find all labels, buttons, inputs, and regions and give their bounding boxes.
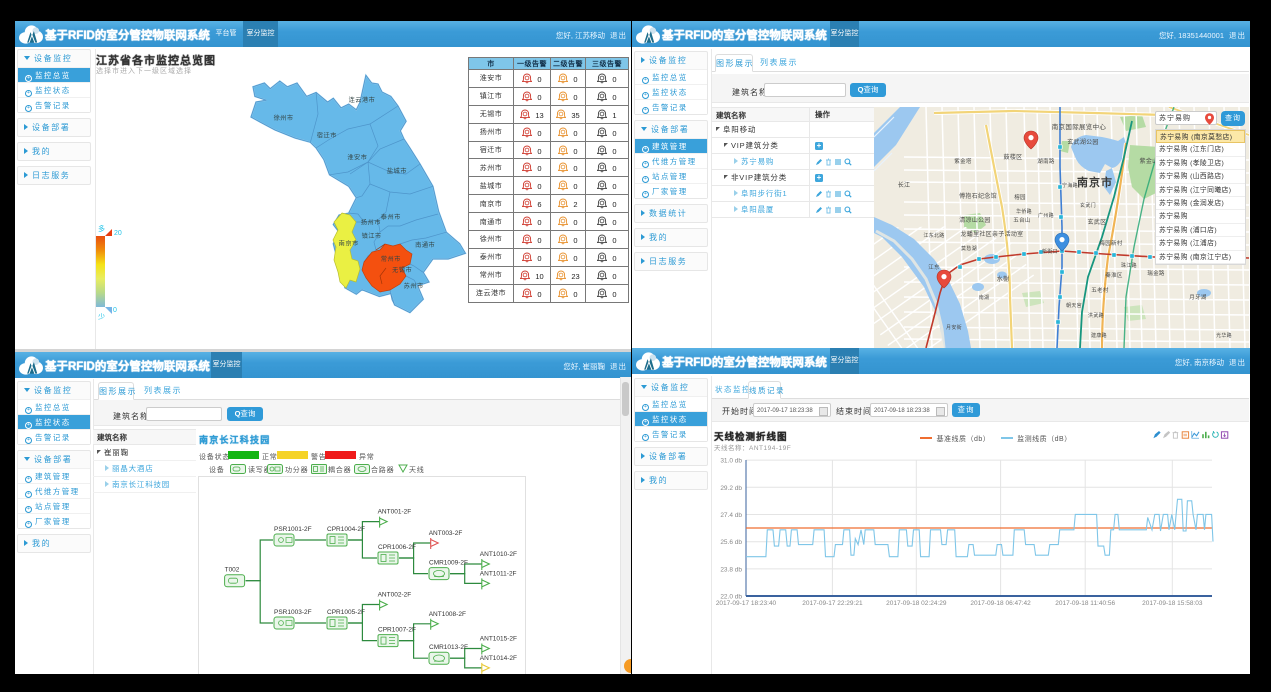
svg-text:新街口: 新街口 bbox=[1042, 248, 1058, 255]
svg-text:T002: T002 bbox=[225, 567, 240, 574]
svg-text:无锡市: 无锡市 bbox=[392, 266, 412, 274]
svg-text:瑞金路: 瑞金路 bbox=[1147, 269, 1165, 277]
svg-text:2017-09-17 18:23:40: 2017-09-17 18:23:40 bbox=[716, 600, 777, 607]
svg-text:南湖: 南湖 bbox=[979, 294, 990, 301]
svg-text:扬州市: 扬州市 bbox=[361, 219, 381, 227]
svg-text:南京国际展览中心: 南京国际展览中心 bbox=[1052, 122, 1107, 131]
svg-text:ANT003-2F: ANT003-2F bbox=[429, 530, 463, 537]
svg-text:ANT001-2F: ANT001-2F bbox=[378, 509, 412, 516]
svg-text:常州市: 常州市 bbox=[381, 255, 401, 263]
svg-text:月牙湖: 月牙湖 bbox=[1189, 293, 1207, 301]
svg-text:广州路: 广州路 bbox=[1038, 212, 1054, 219]
svg-text:29.2 db: 29.2 db bbox=[720, 485, 742, 492]
svg-text:25.6 db: 25.6 db bbox=[720, 539, 742, 546]
svg-text:梅园新村: 梅园新村 bbox=[1099, 239, 1122, 247]
svg-text:珠江路: 珠江路 bbox=[1121, 262, 1137, 269]
svg-text:江东北路: 江东北路 bbox=[923, 232, 944, 239]
svg-text:光华路: 光华路 bbox=[1216, 332, 1232, 339]
svg-text:CPR1006-2F: CPR1006-2F bbox=[378, 544, 416, 551]
svg-text:CPR1004-2F: CPR1004-2F bbox=[327, 526, 365, 533]
svg-text:南通市: 南通市 bbox=[415, 241, 435, 249]
svg-text:泰州市: 泰州市 bbox=[381, 213, 401, 221]
svg-text:长江: 长江 bbox=[898, 181, 911, 189]
svg-text:苏州市: 苏州市 bbox=[404, 282, 424, 290]
svg-text:华侨路: 华侨路 bbox=[1016, 208, 1032, 215]
svg-text:淮安市: 淮安市 bbox=[347, 154, 367, 162]
svg-text:ANT002-2F: ANT002-2F bbox=[378, 592, 412, 599]
svg-text:31.0 db: 31.0 db bbox=[720, 458, 742, 465]
svg-text:秦淮区: 秦淮区 bbox=[1105, 271, 1123, 279]
svg-text:23.8 db: 23.8 db bbox=[720, 566, 742, 573]
svg-text:2017-09-18 06:47:42: 2017-09-18 06:47:42 bbox=[970, 600, 1031, 607]
svg-text:鼓楼区: 鼓楼区 bbox=[1004, 153, 1023, 161]
svg-text:PSR1003-2F: PSR1003-2F bbox=[274, 609, 312, 616]
svg-text:2017-09-18 11:40:56: 2017-09-18 11:40:56 bbox=[1055, 600, 1115, 607]
svg-text:ANT1014-2F: ANT1014-2F bbox=[480, 655, 517, 662]
svg-text:紫金塔: 紫金塔 bbox=[954, 157, 972, 165]
svg-text:2017-09-18 15:58:03: 2017-09-18 15:58:03 bbox=[1142, 600, 1203, 607]
svg-text:宁海路: 宁海路 bbox=[1062, 182, 1078, 189]
svg-text:CPR1007-2F: CPR1007-2F bbox=[378, 627, 416, 634]
svg-text:ANT1015-2F: ANT1015-2F bbox=[480, 636, 517, 643]
svg-text:傅抱石纪念馆: 傅抱石纪念馆 bbox=[959, 192, 997, 200]
svg-text:龙蟠里社区亲子活动室: 龙蟠里社区亲子活动室 bbox=[960, 230, 1023, 238]
svg-text:五老村: 五老村 bbox=[1091, 286, 1109, 294]
svg-text:玄武区: 玄武区 bbox=[1088, 218, 1107, 226]
svg-text:五台山: 五台山 bbox=[1013, 216, 1030, 224]
svg-text:建康路: 建康路 bbox=[1091, 332, 1107, 339]
svg-text:ANT1008-2F: ANT1008-2F bbox=[429, 611, 466, 618]
svg-text:玄武湖公园: 玄武湖公园 bbox=[1067, 138, 1099, 146]
svg-text:朝天宫: 朝天宫 bbox=[1066, 302, 1082, 309]
svg-text:宿迁市: 宿迁市 bbox=[317, 131, 337, 139]
svg-text:2017-09-18 02:24:29: 2017-09-18 02:24:29 bbox=[886, 600, 947, 607]
svg-text:榕园: 榕园 bbox=[1014, 193, 1026, 201]
svg-text:CMR1009-2F: CMR1009-2F bbox=[429, 560, 468, 567]
svg-text:玄武门: 玄武门 bbox=[1080, 202, 1096, 209]
svg-text:月安街: 月安街 bbox=[946, 324, 962, 331]
svg-text:CPR1005-2F: CPR1005-2F bbox=[327, 609, 365, 616]
svg-text:洪武路: 洪武路 bbox=[1088, 312, 1104, 319]
svg-text:南京市: 南京市 bbox=[339, 240, 359, 248]
svg-text:南京市: 南京市 bbox=[1077, 175, 1113, 189]
svg-text:2017-09-17 22:29:21: 2017-09-17 22:29:21 bbox=[802, 600, 863, 607]
svg-text:ANT1011-2F: ANT1011-2F bbox=[480, 570, 517, 577]
svg-text:镇江市: 镇江市 bbox=[362, 232, 382, 240]
svg-text:27.4 db: 27.4 db bbox=[720, 512, 742, 519]
svg-text:水榭: 水榭 bbox=[997, 275, 1010, 283]
svg-text:江东: 江东 bbox=[928, 263, 940, 271]
svg-text:徐州市: 徐州市 bbox=[274, 114, 294, 122]
svg-text:PSR1001-2F: PSR1001-2F bbox=[274, 526, 312, 533]
svg-text:CMR1013-2F: CMR1013-2F bbox=[429, 644, 468, 651]
svg-text:湖南路: 湖南路 bbox=[1037, 157, 1055, 165]
svg-text:ANT1010-2F: ANT1010-2F bbox=[480, 551, 517, 558]
svg-text:盐城市: 盐城市 bbox=[387, 167, 407, 175]
svg-text:连云港市: 连云港市 bbox=[349, 96, 376, 104]
svg-text:清凉山公园: 清凉山公园 bbox=[959, 216, 991, 224]
svg-text:莫愁湖: 莫愁湖 bbox=[961, 245, 977, 252]
